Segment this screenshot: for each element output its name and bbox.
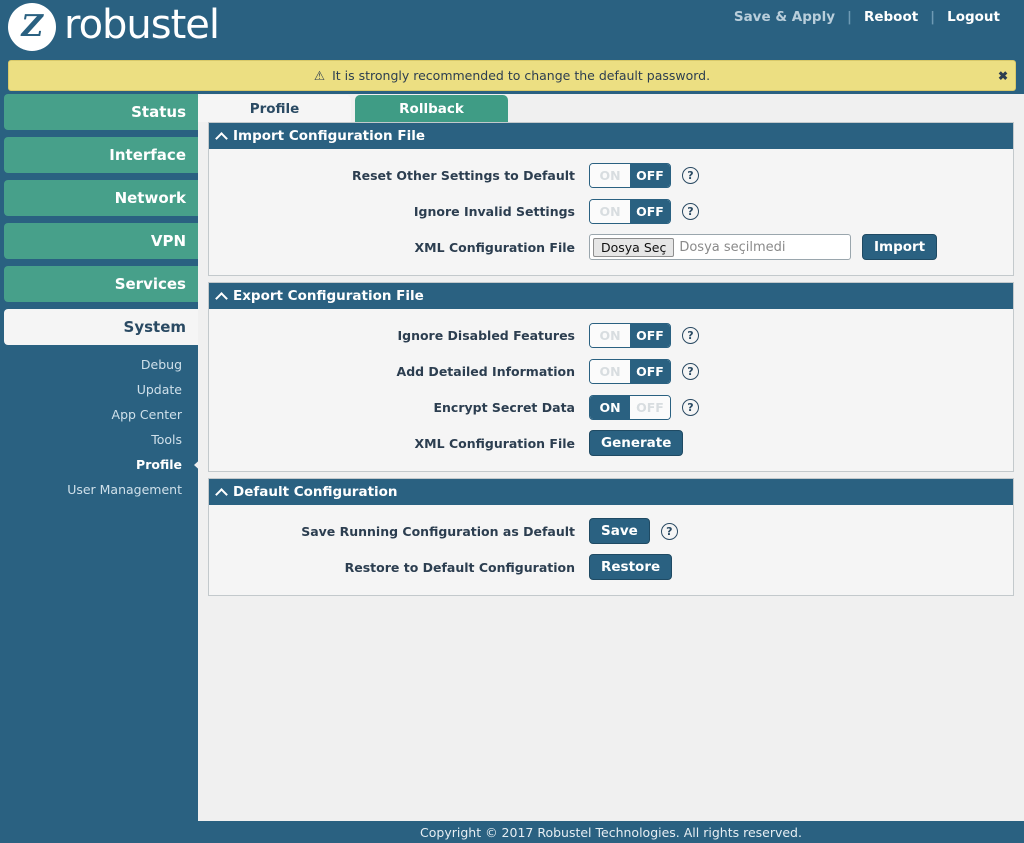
close-icon[interactable]: ✖ [998,70,1008,82]
row-label-encrypt-secret-data: Encrypt Secret Data [433,399,575,415]
row-label-restore-to-default: Restore to Default Configuration [344,559,575,575]
sidebar-item-update[interactable]: Update [0,377,190,402]
restore-button[interactable]: Restore [589,554,673,580]
toggle-off-label: OFF [630,395,670,419]
row-label-xml-configuration-file-export: XML Configuration File [414,435,575,451]
choose-file-button[interactable]: Dosya Seç [593,237,675,257]
import-configuration-panel-body: Reset Other Settings to Default ON OFF ?… [209,149,1013,275]
toggle-on-label: ON [590,163,630,187]
app-header: Ζ robustel Save & Apply | Reboot | Logou… [0,0,1024,58]
sidebar-item-vpn[interactable]: VPN [4,223,200,259]
row-label-ignore-invalid-settings: Ignore Invalid Settings [413,203,575,219]
row-reset-other-settings: Reset Other Settings to Default ON OFF ? [209,157,1013,193]
row-ignore-invalid-settings: Ignore Invalid Settings ON OFF ? [209,193,1013,229]
row-label-ignore-disabled-features: Ignore Disabled Features [397,327,575,343]
xml-configuration-file-input[interactable]: Dosya Seç Dosya seçilmedi [589,234,851,260]
default-configuration-panel: Default Configuration Save Running Confi… [208,478,1014,596]
copyright-text: Copyright © 2017 Robustel Technologies. … [420,824,802,840]
help-icon[interactable]: ? [682,398,699,416]
sidebar-item-services[interactable]: Services [4,266,200,302]
save-and-apply-link[interactable]: Save & Apply [722,9,847,25]
logo-glyph: Ζ [18,9,47,44]
toggle-on-label: ON [590,395,630,419]
toggle-add-detailed-information[interactable]: ON OFF [589,358,671,384]
tab-rollback[interactable]: Rollback [355,95,508,122]
toggle-encrypt-secret-data[interactable]: ON OFF [589,394,671,420]
toggle-off-label: OFF [630,163,670,187]
sidebar-nav: Status Interface Network VPN Services Sy… [0,94,204,843]
brand-name: robustel [64,2,220,48]
sidebar-item-status[interactable]: Status [4,94,200,130]
save-button[interactable]: Save [589,518,650,544]
toggle-on-label: ON [590,359,630,383]
toggle-off-label: OFF [630,323,670,347]
toggle-on-label: ON [590,323,630,347]
warning-banner-message: It is strongly recommended to change the… [332,68,711,83]
row-xml-configuration-file-import: XML Configuration File Dosya Seç Dosya s… [209,229,1013,265]
import-button[interactable]: Import [862,234,938,260]
sidebar-item-profile-label: Profile [136,457,182,472]
sidebar-item-network[interactable]: Network [4,180,200,216]
sidebar-item-profile[interactable]: Profile [0,452,204,477]
row-label-add-detailed-information: Add Detailed Information [396,363,575,379]
default-configuration-panel-title: Default Configuration [233,484,398,500]
robustel-logo-icon: Ζ [8,3,56,51]
panel-stack: Import Configuration File Reset Other Se… [208,122,1014,602]
sidebar-item-tools[interactable]: Tools [0,427,190,452]
toggle-ignore-invalid-settings[interactable]: ON OFF [589,198,671,224]
help-icon[interactable]: ? [682,202,699,220]
brand-logo[interactable]: Ζ robustel [8,2,220,51]
sidebar-item-system[interactable]: System [4,309,200,345]
toggle-off-label: OFF [630,359,670,383]
chevron-up-icon [215,291,228,305]
row-ignore-disabled-features: Ignore Disabled Features ON OFF ? [209,317,1013,353]
toggle-reset-other-settings[interactable]: ON OFF [589,162,671,188]
chevron-up-icon [215,487,228,501]
import-configuration-panel-header[interactable]: Import Configuration File [209,123,1013,149]
row-xml-configuration-file-export: XML Configuration File Generate [209,425,1013,461]
help-icon[interactable]: ? [682,166,699,184]
row-encrypt-secret-data: Encrypt Secret Data ON OFF ? [209,389,1013,425]
row-label-xml-configuration-file-import: XML Configuration File [414,239,575,255]
export-configuration-panel-body: Ignore Disabled Features ON OFF ? Add De… [209,309,1013,471]
sidebar-item-user-management[interactable]: User Management [0,477,190,502]
export-configuration-panel-header[interactable]: Export Configuration File [209,283,1013,309]
import-configuration-panel-title: Import Configuration File [233,128,425,144]
page-footer: Copyright © 2017 Robustel Technologies. … [198,821,1024,843]
toggle-ignore-disabled-features[interactable]: ON OFF [589,322,671,348]
generate-button[interactable]: Generate [589,430,684,456]
selected-file-name: Dosya seçilmedi [679,239,786,255]
reboot-link[interactable]: Reboot [852,9,930,25]
warning-triangle-icon: ⚠ [313,68,326,83]
default-configuration-panel-header[interactable]: Default Configuration [209,479,1013,505]
main-content: Profile Rollback Import Configuration Fi… [198,94,1024,821]
row-add-detailed-information: Add Detailed Information ON OFF ? [209,353,1013,389]
row-save-running-configuration: Save Running Configuration as Default Sa… [209,513,1013,549]
logout-link[interactable]: Logout [935,9,1012,25]
row-restore-to-default: Restore to Default Configuration Restore [209,549,1013,585]
help-icon[interactable]: ? [682,326,699,344]
import-configuration-panel: Import Configuration File Reset Other Se… [208,122,1014,276]
sidebar-item-debug[interactable]: Debug [0,352,190,377]
toggle-off-label: OFF [630,199,670,223]
warning-banner: ⚠ It is strongly recommended to change t… [8,60,1016,91]
sidebar-item-app-center[interactable]: App Center [0,402,190,427]
default-configuration-panel-body: Save Running Configuration as Default Sa… [209,505,1013,595]
help-icon[interactable]: ? [682,362,699,380]
chevron-up-icon [215,131,228,145]
export-configuration-panel: Export Configuration File Ignore Disable… [208,282,1014,472]
tab-profile[interactable]: Profile [198,95,351,122]
row-label-save-running-configuration: Save Running Configuration as Default [301,523,575,539]
tab-bar: Profile Rollback [198,94,508,122]
header-actions: Save & Apply | Reboot | Logout [722,9,1012,25]
export-configuration-panel-title: Export Configuration File [233,288,424,304]
sidebar-item-interface[interactable]: Interface [4,137,200,173]
toggle-on-label: ON [590,199,630,223]
row-label-reset-other-settings: Reset Other Settings to Default [352,167,575,183]
help-icon[interactable]: ? [660,522,678,540]
